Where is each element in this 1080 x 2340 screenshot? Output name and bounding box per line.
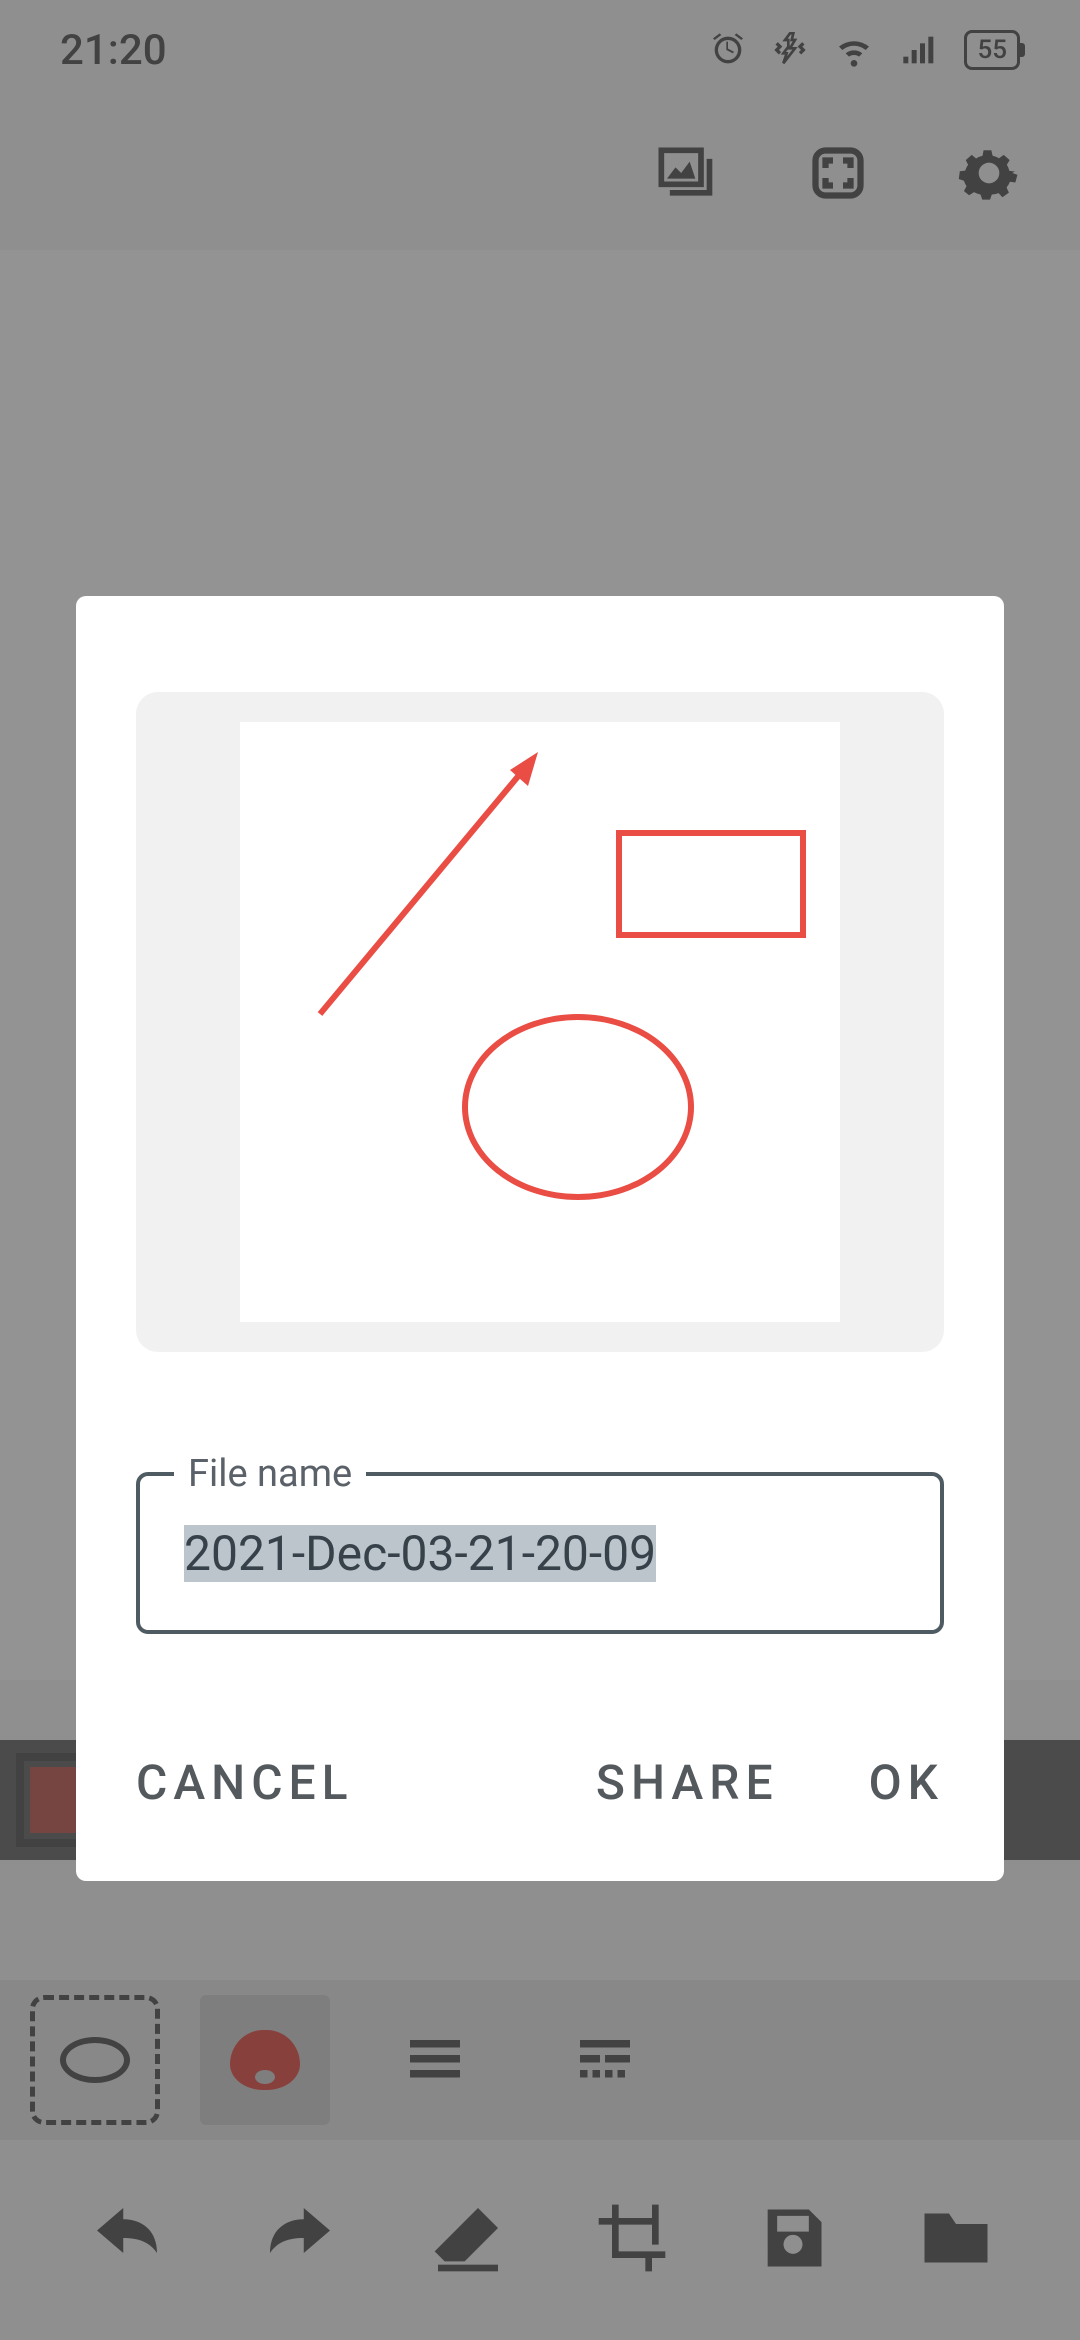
preview-arrow-shape [310, 744, 550, 1024]
ok-button[interactable]: OK [869, 1734, 944, 1831]
preview-frame [136, 692, 944, 1352]
preview-ellipse-shape [462, 1014, 694, 1200]
filename-input[interactable]: 2021-Dec-03-21-20-09 [184, 1525, 896, 1582]
save-dialog: File name 2021-Dec-03-21-20-09 CANCEL SH… [76, 596, 1004, 1881]
filename-input-wrap[interactable]: File name 2021-Dec-03-21-20-09 [136, 1472, 944, 1634]
cancel-button[interactable]: CANCEL [136, 1734, 354, 1831]
dialog-actions: CANCEL SHARE OK [136, 1734, 944, 1831]
preview-rect-shape [616, 830, 806, 938]
share-button[interactable]: SHARE [596, 1734, 779, 1831]
filename-label: File name [174, 1452, 366, 1496]
preview-canvas [240, 722, 840, 1322]
